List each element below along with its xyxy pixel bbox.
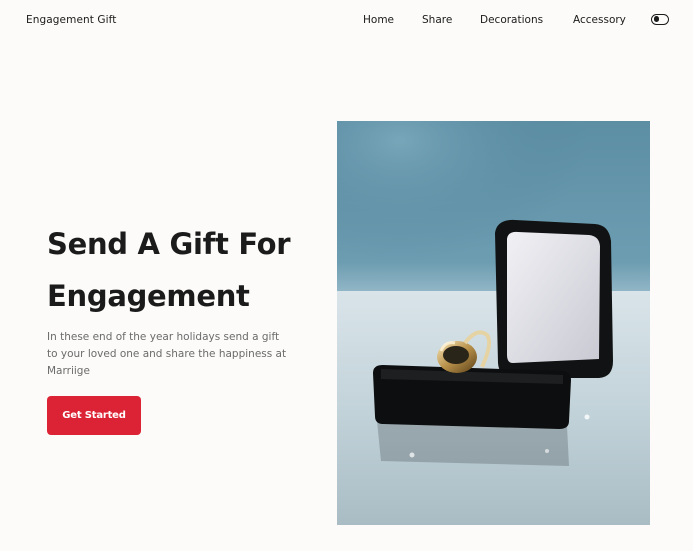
- nav-link-decorations[interactable]: Decorations: [480, 14, 543, 26]
- hero-description: In these end of the year holidays send a…: [47, 331, 287, 377]
- site-header: Engagement Gift Home Share Decorations A…: [0, 0, 693, 42]
- hero-title-line-2: Engagement: [47, 279, 250, 313]
- get-started-button[interactable]: Get Started: [47, 396, 141, 435]
- toggle-knob: [653, 16, 659, 22]
- hero-title: Send A Gift For Engagement: [47, 218, 317, 322]
- nav-link-home[interactable]: Home: [363, 14, 394, 26]
- site-logo[interactable]: Engagement Gift: [26, 14, 117, 26]
- ring-box-photo: [337, 121, 650, 525]
- landing-page: Engagement Gift Home Share Decorations A…: [0, 0, 693, 551]
- ring-box-illustration: [337, 121, 650, 525]
- toggle-switch-icon[interactable]: [651, 14, 669, 25]
- nav-link-accessory[interactable]: Accessory: [573, 14, 626, 26]
- nav-link-share[interactable]: Share: [422, 14, 452, 26]
- hero-title-line-1: Send A Gift For: [47, 227, 291, 261]
